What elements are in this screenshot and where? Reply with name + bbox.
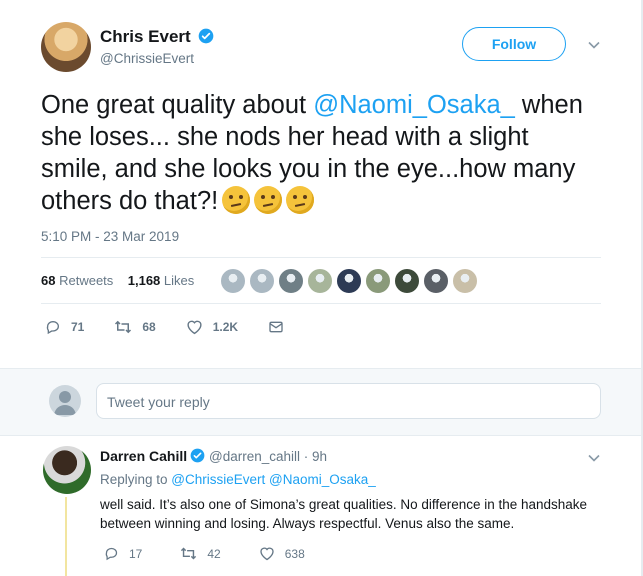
reply-retweet-button[interactable]: 42 <box>180 546 221 561</box>
tweet-actions: 71 68 1.2K <box>45 319 324 335</box>
liker-avatar[interactable] <box>278 268 304 294</box>
reply-text: well said. It’s also one of Simona’s gre… <box>100 497 588 531</box>
retweet-icon <box>181 547 197 560</box>
divider <box>41 303 601 304</box>
reply-input[interactable]: Tweet your reply <box>96 383 601 419</box>
liker-avatar[interactable] <box>307 268 333 294</box>
tweet-text: One great quality about @Naomi_Osaka_ wh… <box>41 89 601 217</box>
reply-actions: 17 42 638 <box>104 546 343 561</box>
reply-like-count: 638 <box>284 546 305 561</box>
follow-button[interactable]: Follow <box>462 27 566 61</box>
tweet-stats: 68 Retweets 1,168 Likes <box>41 273 194 288</box>
liker-avatar[interactable] <box>220 268 246 294</box>
like-count: 1.2K <box>212 320 239 334</box>
reply-icon <box>105 547 118 561</box>
mention-link[interactable]: @Naomi_Osaka_ <box>313 91 515 119</box>
retweet-button[interactable]: 68 <box>114 319 156 335</box>
chevron-down-icon[interactable] <box>587 451 601 465</box>
thinking-face-icon <box>222 186 251 214</box>
direct-message-button[interactable] <box>268 319 294 335</box>
divider <box>41 257 601 258</box>
liker-avatar[interactable] <box>452 268 478 294</box>
replying-to: Replying to @ChrissieEvert @Naomi_Osaka_ <box>100 472 376 487</box>
thinking-face-icon <box>286 186 315 214</box>
replying-to-label: Replying to <box>100 472 172 487</box>
default-avatar-icon <box>54 391 76 415</box>
reply-button[interactable]: 71 <box>45 319 84 335</box>
replying-to-mentions[interactable]: @ChrissieEvert @Naomi_Osaka_ <box>171 472 375 487</box>
retweet-icon <box>115 320 132 334</box>
liker-avatar[interactable] <box>365 268 391 294</box>
reply-author-handle[interactable]: @darren_cahill · 9h <box>209 449 327 464</box>
retweets-stat[interactable]: 68 Retweets <box>41 273 113 288</box>
retweet-count: 68 <box>142 320 156 334</box>
verified-badge-icon <box>190 448 205 463</box>
thinking-face-icon <box>254 186 283 214</box>
heart-icon <box>260 547 274 561</box>
tweet-text-start: One great quality about <box>41 91 314 119</box>
liker-avatar[interactable] <box>336 268 362 294</box>
liker-avatars <box>220 268 481 294</box>
liker-avatar[interactable] <box>249 268 275 294</box>
tweet-timestamp[interactable]: 5:10 PM - 23 Mar 2019 <box>41 229 179 244</box>
reply-like-button[interactable]: 638 <box>259 546 305 561</box>
reply-reply-button[interactable]: 17 <box>104 546 142 561</box>
heart-icon <box>187 320 202 335</box>
reply-author-name[interactable]: Darren Cahill <box>100 448 187 464</box>
reply-author-avatar[interactable] <box>43 446 91 494</box>
chevron-down-icon[interactable] <box>587 38 601 52</box>
likes-stat[interactable]: 1,168 Likes <box>128 273 195 288</box>
reply-count: 71 <box>71 320 85 334</box>
envelope-icon <box>269 321 283 333</box>
verified-badge-icon <box>198 28 214 44</box>
reply-retweet-count: 42 <box>207 546 221 561</box>
reply-reply-count: 17 <box>129 546 143 561</box>
author-name[interactable]: Chris Evert <box>100 27 191 47</box>
author-avatar[interactable] <box>41 22 91 72</box>
like-button[interactable]: 1.2K <box>186 319 238 335</box>
reply-icon <box>46 321 59 335</box>
liker-avatar[interactable] <box>394 268 420 294</box>
author-handle[interactable]: @ChrissieEvert <box>100 51 194 66</box>
thread-line <box>65 497 67 576</box>
user-avatar <box>49 385 81 417</box>
liker-avatar[interactable] <box>423 268 449 294</box>
